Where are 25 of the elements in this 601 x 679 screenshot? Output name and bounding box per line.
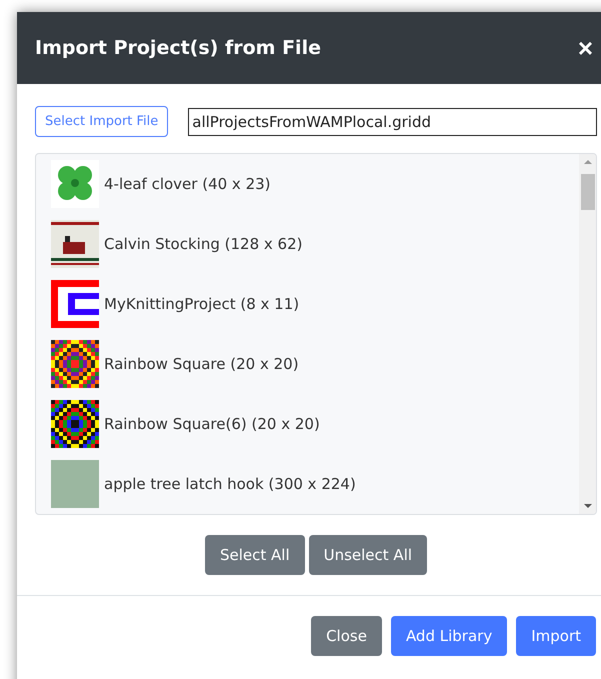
scroll-down-icon[interactable] <box>584 502 592 510</box>
selection-button[interactable]: Unselect All <box>308 535 428 575</box>
footer-button[interactable]: Add Library <box>390 616 508 656</box>
footer-button[interactable]: Close <box>311 616 382 656</box>
file-name-field[interactable]: allProjectsFromWAMPlocal.gridd <box>188 108 597 136</box>
train-pattern-thumbnail <box>51 220 99 268</box>
scroll-up-icon[interactable] <box>584 158 592 166</box>
footer-button[interactable]: Import <box>516 616 596 656</box>
dialog-title: Import Project(s) from File <box>35 37 322 59</box>
project-name[interactable]: apple tree latch hook (300 x 224) <box>104 475 356 493</box>
project-name[interactable]: 4-leaf clover (40 x 23) <box>104 175 271 193</box>
photo-placeholder <box>51 460 99 508</box>
selection-button[interactable]: Select All <box>204 535 305 575</box>
scrollbar[interactable] <box>579 154 596 514</box>
clover-thumbnail <box>51 160 99 208</box>
select-import-file-button[interactable]: Select Import File <box>35 106 168 137</box>
project-name[interactable]: Rainbow Square (20 x 20) <box>104 355 299 373</box>
diamond-pattern-thumbnail <box>51 400 99 448</box>
project-name[interactable]: MyKnittingProject (8 x 11) <box>104 295 300 313</box>
project-name[interactable]: Calvin Stocking (128 x 62) <box>104 235 302 253</box>
project-name[interactable]: Rainbow Square(6) (20 x 20) <box>104 415 320 433</box>
diamond-pattern-thumbnail <box>51 340 99 388</box>
scrollbar-thumb[interactable] <box>580 174 594 210</box>
close-button[interactable]: × <box>570 35 601 61</box>
frame-pattern-thumbnail <box>51 280 99 328</box>
